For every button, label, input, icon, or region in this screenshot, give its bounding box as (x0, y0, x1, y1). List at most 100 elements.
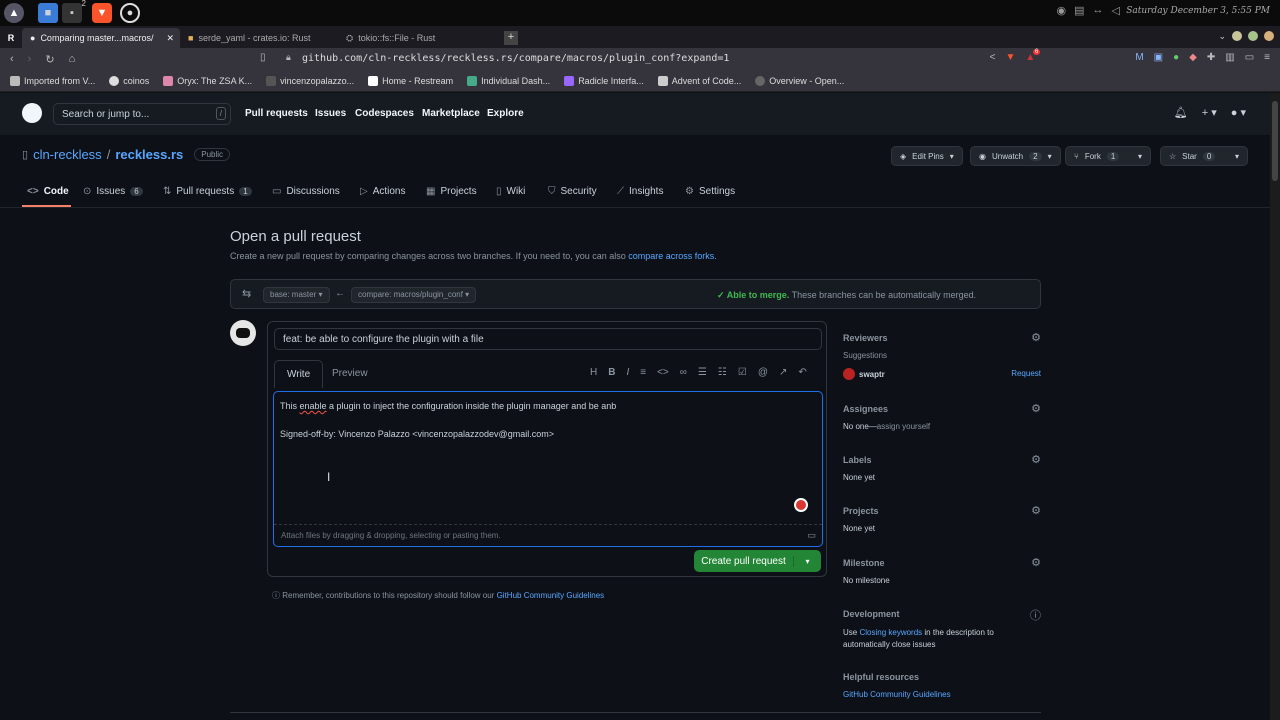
request-review-link[interactable]: Request (1011, 369, 1041, 378)
pr-title-input[interactable]: feat: be able to configure the plugin wi… (274, 328, 822, 350)
quote-icon[interactable]: ≡ (640, 367, 646, 378)
tab-comparing[interactable]: ● Comparing master...macros/ ✕ (22, 28, 180, 48)
code-icon[interactable]: <> (657, 367, 669, 378)
volume-icon[interactable]: ◁ (1112, 4, 1120, 17)
extension-translate-icon[interactable]: ▣ (1154, 52, 1163, 63)
heading-icon[interactable]: H (590, 367, 597, 378)
tab-serde[interactable]: ■ serde_yaml - crates.io: Rust (180, 28, 338, 48)
bold-icon[interactable]: B (608, 367, 615, 378)
sidebar-icon[interactable]: ▥ (1225, 52, 1234, 63)
bookmark-item[interactable]: Advent of Code... (657, 75, 741, 86)
community-guidelines-link[interactable]: GitHub Community Guidelines (843, 690, 1041, 699)
obs-tray-icon[interactable]: ◉ (1057, 4, 1067, 17)
maximize-button[interactable] (1248, 31, 1258, 41)
base-branch-select[interactable]: base: master ▾ (263, 287, 330, 303)
home-icon[interactable]: ⌂ (69, 53, 76, 66)
info-icon[interactable]: ⓘ (1030, 607, 1041, 623)
bookmark-item[interactable]: Oryx: The ZSA K... (163, 75, 252, 86)
compare-forks-link[interactable]: compare across forks. (628, 251, 717, 261)
bell-icon[interactable]: 🔔︎ (1174, 106, 1188, 119)
tab-code[interactable]: <> Code (27, 186, 69, 197)
projects-heading[interactable]: Projects (843, 506, 1041, 516)
labels-heading[interactable]: Labels (843, 455, 1041, 465)
reference-icon[interactable]: ↗ (779, 367, 787, 378)
back-icon[interactable]: ‹ (10, 53, 14, 66)
nav-issues[interactable]: Issues (315, 108, 346, 119)
nav-explore[interactable]: Explore (487, 108, 524, 119)
edit-pins-button[interactable]: ◈ Edit Pins ▾ (891, 146, 963, 166)
bookmark-item[interactable]: Imported from V... (10, 75, 95, 86)
repo-name-link[interactable]: reckless.rs (115, 147, 183, 162)
task-list-icon[interactable]: ☑ (738, 367, 747, 378)
tab-preview[interactable]: Preview (320, 360, 380, 388)
close-window-button[interactable] (1264, 31, 1274, 41)
gear-icon[interactable]: ⚙ (1031, 504, 1041, 517)
tab-actions[interactable]: ▷ Actions (360, 186, 406, 197)
compare-branch-select[interactable]: compare: macros/plugin_conf ▾ (351, 287, 477, 303)
italic-icon[interactable]: I (626, 367, 629, 378)
scrollbar-thumb[interactable] (1272, 101, 1278, 181)
mention-icon[interactable]: @ (758, 367, 768, 378)
github-logo-icon[interactable] (22, 103, 42, 123)
rewards-icon[interactable]: ▲ 6 (1025, 49, 1041, 63)
bookmark-item[interactable]: coinos (109, 75, 149, 86)
close-icon[interactable]: ✕ (166, 33, 174, 44)
numbered-list-icon[interactable]: ☷ (718, 367, 727, 378)
nav-marketplace[interactable]: Marketplace (422, 108, 480, 119)
reviewers-heading[interactable]: Reviewers (843, 333, 1041, 343)
gear-icon[interactable]: ⚙ (1031, 453, 1041, 466)
menu-icon[interactable]: ≡ (1264, 52, 1270, 63)
tab-settings[interactable]: ⚙ Settings (685, 186, 735, 197)
share-icon[interactable]: < (990, 52, 996, 63)
fork-button[interactable]: ⑂ Fork 1 ▾ (1065, 146, 1151, 166)
attach-files-area[interactable]: Attach files by dragging & dropping, sel… (274, 524, 822, 546)
obs-icon[interactable]: ● (120, 3, 140, 23)
avatar-menu-icon[interactable]: ● ▾ (1231, 106, 1246, 119)
guidelines-link[interactable]: GitHub Community Guidelines (497, 591, 605, 600)
nav-pull-requests[interactable]: Pull requests (245, 108, 308, 119)
gear-icon[interactable]: ⚙ (1031, 402, 1041, 415)
tab-tokio[interactable]: ⛭ tokio::fs::File - Rust (338, 28, 496, 48)
link-icon[interactable]: ∞ (680, 367, 687, 378)
bookmark-item[interactable]: Radicle Interfa... (564, 75, 644, 86)
chevron-down-icon[interactable]: ⌄ (1218, 31, 1226, 42)
bookmark-item[interactable]: Home - Restream (368, 75, 453, 86)
tab-security[interactable]: ⛉ Security (548, 186, 597, 197)
brave-icon[interactable]: ▼ (92, 3, 112, 23)
extensions-icon[interactable]: ✚ (1207, 52, 1215, 63)
unwatch-button[interactable]: ◉ Unwatch 2 ▾ (970, 146, 1061, 166)
extension-m-icon[interactable]: M (1135, 52, 1143, 63)
bookmark-item[interactable]: Overview - Open... (755, 75, 844, 86)
bulleted-list-icon[interactable]: ☰ (698, 367, 707, 378)
repo-owner-link[interactable]: cln-reckless (33, 147, 102, 162)
extension-fox-icon[interactable]: ◆ (1189, 52, 1197, 63)
closing-keywords-link[interactable]: Closing keywords (859, 628, 922, 637)
extension-green-icon[interactable]: ● (1173, 52, 1179, 63)
terminal-icon[interactable]: 2 ▪ (62, 0, 86, 23)
nav-codespaces[interactable]: Codespaces (355, 108, 414, 119)
tab-discussions[interactable]: ▭ Discussions (272, 186, 340, 197)
minimize-button[interactable] (1232, 31, 1242, 41)
launcher-icon[interactable]: ▲ (4, 3, 24, 23)
tab-pull-requests[interactable]: ⇅ Pull requests 1 (163, 186, 252, 197)
chevron-down-icon[interactable]: ▾ (794, 557, 821, 566)
bookmark-icon[interactable]: ▯ (260, 52, 266, 63)
tab-wiki[interactable]: ▯ Wiki (496, 186, 525, 197)
bookmark-item[interactable]: Individual Dash... (467, 75, 550, 86)
search-input[interactable]: Search or jump to... / (53, 103, 231, 125)
tab-projects[interactable]: ▦ Projects (426, 186, 477, 197)
gear-icon[interactable]: ⚙ (1031, 331, 1041, 344)
create-pull-request-button[interactable]: Create pull request ▾ (694, 550, 821, 572)
tab-write[interactable]: Write (274, 360, 324, 388)
tab-issues[interactable]: ⊙ Issues 6 (83, 186, 143, 197)
scrollbar[interactable] (1270, 93, 1280, 720)
wallet-icon[interactable]: ▭ (1245, 52, 1254, 63)
create-new-icon[interactable]: + ▾ (1202, 106, 1217, 119)
new-tab-button[interactable]: + (504, 31, 518, 45)
gear-icon[interactable]: ⚙ (1031, 556, 1041, 569)
bookmark-item[interactable]: vincenzopalazzo... (266, 75, 354, 86)
assignees-heading[interactable]: Assignees (843, 404, 1041, 414)
milestone-heading[interactable]: Milestone (843, 558, 1041, 568)
pr-body-textarea[interactable]: This enable a plugin to inject the confi… (273, 391, 823, 547)
assign-yourself-link[interactable]: assign yourself (877, 422, 930, 431)
